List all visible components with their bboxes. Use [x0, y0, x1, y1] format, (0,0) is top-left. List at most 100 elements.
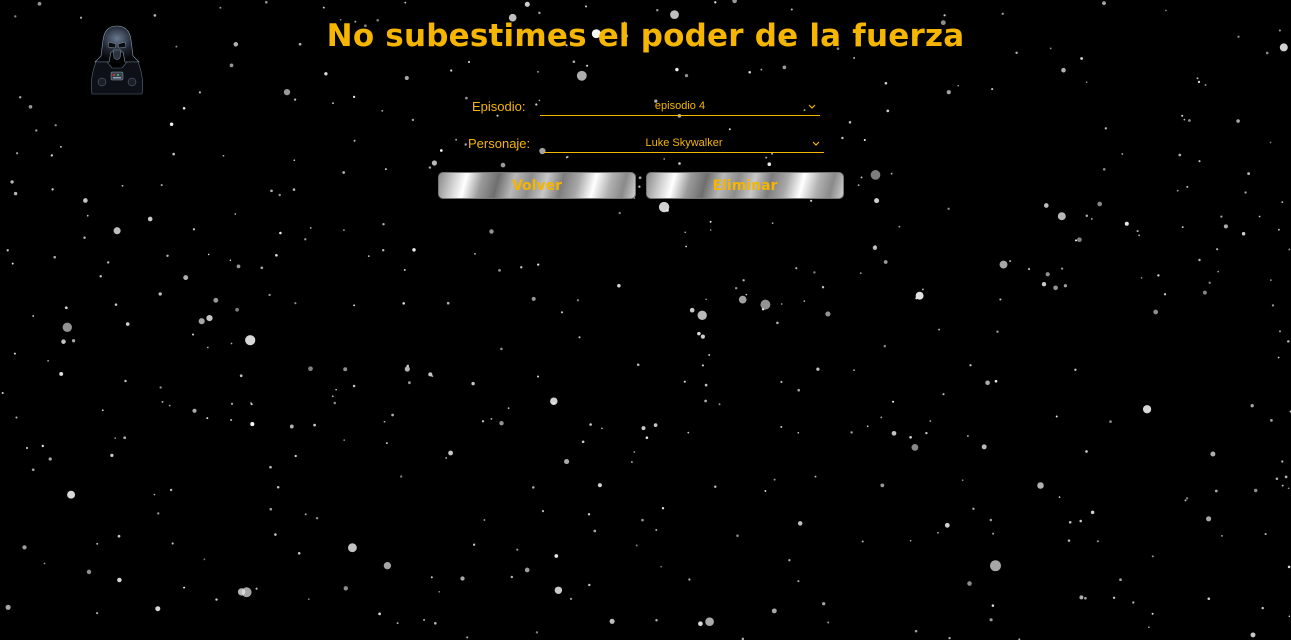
star [1058, 496, 1061, 498]
star [822, 602, 826, 606]
star [10, 180, 14, 184]
star [1178, 153, 1182, 157]
star [704, 383, 708, 387]
star [1104, 127, 1107, 130]
star [969, 364, 972, 367]
star [250, 402, 252, 404]
star [827, 621, 830, 624]
star [230, 342, 233, 345]
star [1288, 615, 1291, 618]
star [714, 485, 717, 488]
star [1, 391, 4, 395]
star [99, 275, 102, 278]
star [566, 155, 569, 158]
star [35, 129, 38, 132]
star [382, 249, 385, 252]
star [552, 402, 555, 405]
star [797, 431, 800, 434]
star [498, 269, 501, 272]
star [701, 364, 704, 367]
star [780, 303, 783, 305]
star [1097, 201, 1103, 207]
star [157, 512, 160, 515]
star [638, 185, 641, 188]
star [709, 229, 712, 231]
star [764, 490, 767, 492]
star [445, 457, 448, 459]
star [1270, 419, 1273, 422]
back-button[interactable]: Volver [438, 172, 636, 199]
star [1074, 239, 1078, 242]
star [289, 424, 294, 429]
star [455, 138, 458, 141]
star [237, 588, 246, 596]
star [59, 145, 62, 148]
star [278, 193, 281, 197]
star [500, 347, 503, 351]
star [402, 302, 405, 305]
star [705, 298, 707, 301]
star [884, 81, 888, 85]
star [507, 407, 510, 410]
star [663, 158, 666, 160]
star [466, 636, 469, 639]
star [853, 369, 855, 371]
star [536, 375, 540, 378]
star [431, 160, 437, 166]
star [1085, 214, 1089, 217]
star [705, 617, 714, 627]
star [67, 490, 76, 499]
star [1207, 597, 1211, 601]
star [929, 420, 932, 422]
star [1067, 539, 1071, 542]
star [236, 264, 241, 269]
star [841, 136, 844, 140]
star [946, 90, 951, 95]
star [1223, 224, 1228, 229]
star [95, 611, 99, 615]
star [269, 465, 272, 469]
star [803, 300, 806, 302]
star [1221, 535, 1223, 537]
star [434, 622, 437, 625]
star [1197, 80, 1201, 84]
star [411, 118, 415, 122]
star [1210, 451, 1216, 457]
star [213, 297, 219, 303]
star [239, 374, 243, 378]
star [54, 124, 57, 127]
star [353, 95, 356, 98]
star [230, 402, 234, 405]
star [1214, 489, 1218, 493]
episode-select[interactable]: episodio 4 [540, 97, 820, 116]
star [1080, 57, 1083, 60]
star [396, 622, 399, 625]
star [335, 388, 337, 391]
star [172, 152, 176, 156]
star [1102, 1, 1106, 5]
star [117, 577, 122, 583]
character-select[interactable]: Luke Skywalker [544, 134, 824, 153]
star [198, 91, 201, 94]
star [510, 575, 514, 579]
star [760, 68, 763, 71]
star [404, 75, 409, 81]
star [347, 543, 357, 553]
delete-button[interactable]: Eliminar [646, 172, 844, 199]
star [942, 393, 945, 396]
star [408, 381, 411, 385]
star [848, 121, 852, 124]
star [911, 443, 919, 451]
star [700, 334, 705, 339]
star [1102, 167, 1106, 171]
star [1204, 84, 1207, 86]
star [1084, 596, 1087, 600]
star [465, 96, 468, 100]
star [780, 425, 783, 428]
star [41, 444, 44, 448]
star [279, 231, 282, 235]
star [255, 587, 258, 590]
star [996, 330, 999, 333]
star [554, 554, 559, 558]
star [5, 604, 11, 610]
